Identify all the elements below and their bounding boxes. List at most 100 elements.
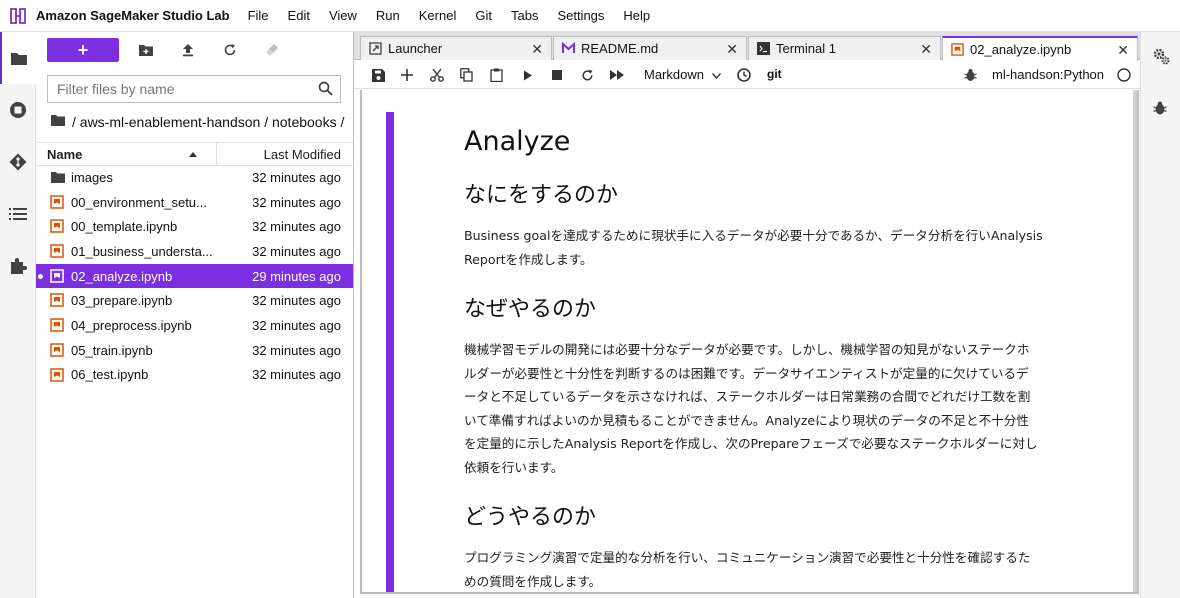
notebook-scrollbar[interactable] (1133, 90, 1137, 592)
file-browser: + Filter files by name / aws-ml-enableme… (36, 32, 354, 598)
kernel-name[interactable]: ml-handson:Python (992, 67, 1104, 82)
file-row-01-business-understanding[interactable]: 01_business_understa... 32 minutes ago (36, 239, 353, 264)
search-icon (318, 81, 333, 99)
home-folder-icon[interactable] (50, 114, 66, 130)
activity-bar (0, 32, 36, 598)
debugger-button[interactable] (962, 67, 978, 83)
property-inspector-button[interactable] (1153, 48, 1170, 65)
activity-toc[interactable] (0, 188, 36, 240)
file-modified: 29 minutes ago (252, 268, 341, 284)
file-row-05-train[interactable]: 05_train.ipynb 32 minutes ago (36, 338, 353, 363)
paragraph-line: を定量的に示したAnalysis Reportを作成し、次のPrepareフェー… (464, 436, 1038, 451)
tab-terminal[interactable]: Terminal 1 ✕ (748, 36, 941, 60)
activity-file-browser[interactable] (0, 32, 36, 84)
tab-bar: Launcher ✕ README.md ✕ Terminal 1 ✕ 02_a… (354, 32, 1140, 61)
restart-run-all-button[interactable] (609, 67, 625, 83)
paragraph-line: Business goalを達成するために現状手に入るデータが必要十分であるか、… (464, 228, 1043, 243)
file-row-02-analyze[interactable]: 02_analyze.ipynb 29 minutes ago (36, 263, 353, 289)
notebook-panel[interactable]: Analyze なにをするのか Business goalを達成するために現状手… (360, 90, 1139, 594)
section-heading: どうやるのか (464, 505, 597, 530)
breadcrumb-path[interactable]: / aws-ml-enablement-handson / notebooks … (72, 114, 344, 130)
upload-button[interactable] (172, 38, 204, 62)
cell-type-select[interactable]: Markdown (644, 67, 721, 82)
copy-icon (459, 68, 473, 82)
run-cell-button[interactable] (520, 67, 536, 83)
tab-02-analyze[interactable]: 02_analyze.ipynb ✕ (942, 36, 1138, 61)
file-row-06-test[interactable]: 06_test.ipynb 32 minutes ago (36, 363, 353, 388)
refresh-button[interactable] (214, 38, 246, 62)
new-folder-icon (139, 44, 153, 56)
history-button[interactable] (736, 67, 752, 83)
menu-settings[interactable]: Settings (557, 8, 604, 23)
file-row-images[interactable]: images 32 minutes ago (36, 165, 353, 190)
file-name: 06_test.ipynb (71, 367, 149, 383)
menu-help[interactable]: Help (623, 8, 650, 23)
notebook-icon (50, 219, 66, 234)
activity-extensions[interactable] (0, 240, 36, 292)
menu-view[interactable]: View (329, 8, 357, 23)
menu-tabs[interactable]: Tabs (511, 8, 538, 23)
notebook-icon (50, 269, 66, 283)
paragraph-line: 依頼を行います。 (464, 459, 564, 475)
close-icon[interactable]: ✕ (531, 41, 543, 58)
menu-file[interactable]: File (248, 8, 269, 23)
git-diff-button[interactable]: git (767, 67, 782, 81)
notebook-icon (50, 194, 66, 209)
broom-icon (266, 44, 278, 56)
save-button[interactable] (370, 67, 386, 83)
new-launcher-button[interactable]: + (47, 38, 119, 62)
column-name-header[interactable]: Name (47, 147, 82, 162)
close-icon[interactable]: ✕ (1117, 42, 1129, 59)
section-heading: なぜやるのか (464, 297, 597, 322)
clear-button[interactable] (256, 38, 288, 62)
menu-kernel[interactable]: Kernel (419, 8, 457, 23)
notebook-icon (951, 43, 964, 56)
paragraph-line: プログラミング演習で定量的な分析を行い、コミュニケーション演習で必要性と十分性を… (464, 550, 1031, 565)
filter-files-input[interactable]: Filter files by name (47, 75, 341, 103)
close-icon[interactable]: ✕ (726, 41, 738, 58)
chevron-down-icon (711, 67, 721, 82)
file-modified: 32 minutes ago (252, 293, 341, 309)
new-folder-button[interactable] (130, 38, 162, 62)
active-cell-indicator[interactable] (386, 112, 394, 592)
notebook-icon (50, 343, 66, 357)
menu-edit[interactable]: Edit (288, 8, 310, 23)
paragraph-line: Reportを作成します。 (464, 251, 593, 267)
insert-cell-button[interactable] (399, 67, 415, 83)
tab-readme[interactable]: README.md ✕ (553, 36, 747, 60)
interrupt-kernel-button[interactable] (549, 67, 565, 83)
launcher-icon (369, 42, 382, 55)
cut-button[interactable] (429, 67, 445, 83)
menu-bar: Amazon SageMaker Studio Lab File Edit Vi… (0, 0, 1180, 32)
section-heading: なにをするのか (464, 183, 619, 208)
running-indicator (38, 273, 43, 279)
running-icon (10, 102, 26, 118)
file-name: 00_template.ipynb (71, 219, 178, 235)
activity-git[interactable] (0, 136, 36, 188)
debugger-panel-button[interactable] (1153, 100, 1169, 116)
file-row-03-prepare[interactable]: 03_prepare.ipynb 32 minutes ago (36, 288, 353, 313)
restart-kernel-button[interactable] (579, 67, 595, 83)
menu-run[interactable]: Run (376, 8, 400, 23)
column-modified-header[interactable]: Last Modified (264, 147, 341, 162)
extension-icon (11, 258, 27, 274)
tab-launcher[interactable]: Launcher ✕ (360, 36, 552, 60)
column-divider[interactable] (216, 143, 217, 165)
file-modified: 32 minutes ago (252, 194, 341, 210)
cut-icon (430, 68, 444, 82)
file-row-00-template[interactable]: 00_template.ipynb 32 minutes ago (36, 214, 353, 239)
activity-running[interactable] (0, 84, 36, 136)
save-icon (371, 68, 385, 82)
copy-button[interactable] (458, 67, 474, 83)
notebook-icon (50, 367, 66, 382)
file-row-00-environment-setup[interactable]: 00_environment_setu... 32 minutes ago (36, 190, 353, 215)
file-row-04-preprocess[interactable]: 04_preprocess.ipynb 32 minutes ago (36, 313, 353, 338)
menu-git[interactable]: Git (475, 8, 492, 23)
sort-ascending-icon (188, 148, 198, 163)
tab-label: 02_analyze.ipynb (970, 42, 1072, 57)
notebook-toolbar: Markdown git ml-handson:Python (354, 61, 1140, 89)
section-paragraph: プログラミング演習で定量的な分析を行い、コミュニケーション演習で必要性と十分性を… (464, 546, 1094, 592)
close-icon[interactable]: ✕ (920, 41, 932, 58)
paste-button[interactable] (488, 67, 504, 83)
folder-icon (11, 52, 27, 65)
